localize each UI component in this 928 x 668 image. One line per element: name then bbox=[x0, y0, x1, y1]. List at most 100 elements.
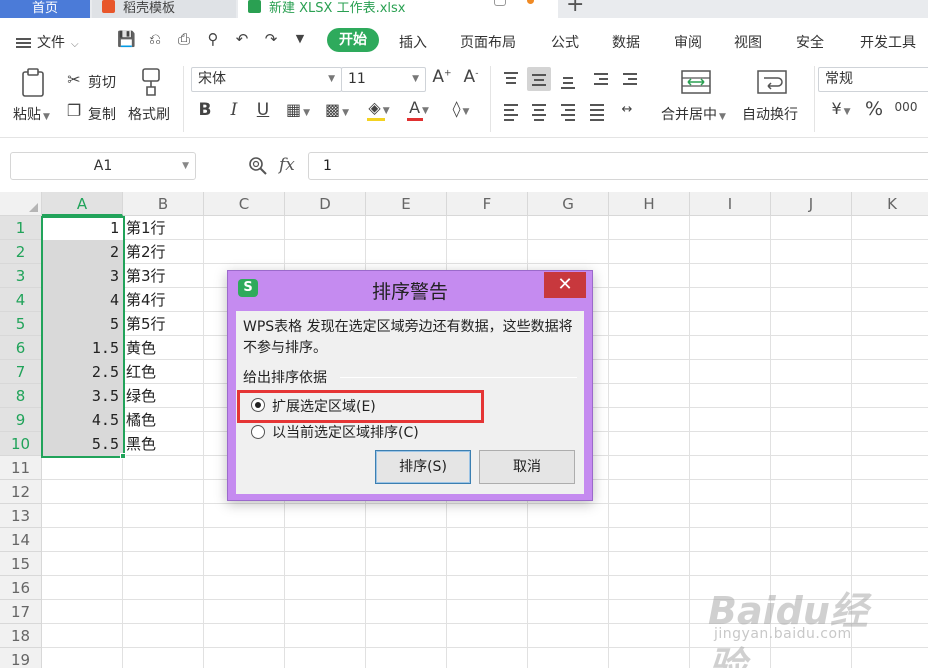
row-header[interactable]: 18 bbox=[0, 624, 42, 648]
cell-a[interactable]: 2.5 bbox=[42, 360, 123, 384]
current-selection-radio[interactable] bbox=[251, 425, 265, 439]
column-header[interactable]: J bbox=[771, 192, 852, 216]
underline-icon[interactable]: U bbox=[254, 100, 272, 120]
row-header[interactable]: 1 bbox=[0, 216, 42, 240]
decrease-indent-icon[interactable] bbox=[589, 67, 613, 91]
cell-a[interactable]: 5 bbox=[42, 312, 123, 336]
row-header[interactable]: 16 bbox=[0, 576, 42, 600]
percent-icon[interactable]: % bbox=[864, 98, 884, 120]
column-header[interactable]: H bbox=[609, 192, 690, 216]
font-name-select[interactable]: 宋体 ▼ bbox=[191, 67, 342, 92]
align-left-icon[interactable] bbox=[499, 99, 523, 123]
clear-icon[interactable]: ◊ ▼ bbox=[446, 99, 476, 118]
row-header[interactable]: 3 bbox=[0, 264, 42, 288]
tab-current-file[interactable]: 新建 XLSX 工作表.xlsx bbox=[238, 0, 558, 18]
justify-icon[interactable] bbox=[585, 99, 609, 123]
new-tab-button[interactable]: + bbox=[566, 0, 584, 17]
tab-start[interactable]: 开始 bbox=[327, 28, 379, 52]
column-header[interactable]: B bbox=[123, 192, 204, 216]
cell-a[interactable]: 1.5 bbox=[42, 336, 123, 360]
cell-b[interactable]: 黄色 bbox=[126, 336, 156, 360]
row-header[interactable]: 15 bbox=[0, 552, 42, 576]
row-header[interactable]: 12 bbox=[0, 480, 42, 504]
column-header[interactable]: G bbox=[528, 192, 609, 216]
cell-b[interactable]: 黑色 bbox=[126, 432, 156, 456]
borders-icon[interactable]: ▦ ▼ bbox=[284, 100, 312, 119]
fill-handle[interactable] bbox=[120, 453, 126, 459]
increase-font-icon[interactable]: A+ bbox=[432, 67, 452, 87]
cell-b[interactable]: 绿色 bbox=[126, 384, 156, 408]
cancel-button[interactable]: 取消 bbox=[479, 450, 575, 484]
current-selection-label[interactable]: 以当前选定区域排序(C) bbox=[272, 422, 419, 442]
row-header[interactable]: 17 bbox=[0, 600, 42, 624]
format-painter-button[interactable]: 格式刷 bbox=[128, 104, 170, 124]
cell-a[interactable]: 3 bbox=[42, 264, 123, 288]
sort-button[interactable]: 排序(S) bbox=[375, 450, 471, 484]
row-header[interactable]: 6 bbox=[0, 336, 42, 360]
cell-b[interactable]: 红色 bbox=[126, 360, 156, 384]
dialog-titlebar[interactable]: S 排序警告 ✕ bbox=[228, 271, 592, 304]
cell-a[interactable]: 4.5 bbox=[42, 408, 123, 432]
column-header[interactable]: D bbox=[285, 192, 366, 216]
font-color-icon[interactable]: A ▼ bbox=[405, 98, 433, 121]
wrap-text-icon[interactable] bbox=[756, 68, 788, 96]
align-bottom-icon[interactable] bbox=[556, 67, 580, 91]
row-header[interactable]: 19 bbox=[0, 648, 42, 668]
fill-style-icon[interactable]: ▩ ▼ bbox=[323, 100, 351, 119]
tab-view[interactable]: 视图 bbox=[734, 32, 762, 52]
tab-security[interactable]: 安全 bbox=[796, 32, 824, 52]
align-middle-icon[interactable] bbox=[527, 67, 551, 91]
column-header[interactable]: F bbox=[447, 192, 528, 216]
cell-b[interactable]: 第4行 bbox=[126, 288, 166, 312]
tab-review[interactable]: 审阅 bbox=[674, 32, 702, 52]
row-header[interactable]: 7 bbox=[0, 360, 42, 384]
number-format-select[interactable]: 常规 bbox=[818, 67, 928, 92]
distribute-icon[interactable]: ↔ bbox=[614, 102, 640, 117]
align-right-icon[interactable] bbox=[556, 99, 580, 123]
save-icon[interactable]: 💾 bbox=[117, 30, 136, 48]
merge-center-button[interactable]: 合并居中 ▼ bbox=[661, 104, 726, 124]
bold-icon[interactable]: B bbox=[196, 100, 214, 120]
cut-button[interactable]: 剪切 bbox=[88, 72, 116, 92]
tab-formulas[interactable]: 公式 bbox=[551, 32, 579, 52]
column-header[interactable]: C bbox=[204, 192, 285, 216]
export-pdf-icon[interactable]: ⎌ bbox=[146, 30, 164, 48]
increase-indent-icon[interactable] bbox=[618, 67, 642, 91]
undo-icon[interactable]: ↶ bbox=[233, 30, 251, 48]
cell-b[interactable]: 第3行 bbox=[126, 264, 166, 288]
tab-insert[interactable]: 插入 bbox=[399, 32, 427, 52]
tab-home[interactable]: 首页 bbox=[0, 0, 90, 18]
close-icon[interactable]: ✕ bbox=[544, 272, 586, 298]
redo-icon[interactable]: ↷ bbox=[262, 30, 280, 48]
font-size-select[interactable]: 11 ▼ bbox=[341, 67, 426, 92]
wrap-text-button[interactable]: 自动换行 bbox=[742, 104, 798, 124]
row-header[interactable]: 9 bbox=[0, 408, 42, 432]
align-center-icon[interactable] bbox=[527, 99, 551, 123]
paste-icon[interactable] bbox=[18, 66, 48, 98]
decrease-font-icon[interactable]: A- bbox=[461, 67, 481, 87]
format-painter-icon[interactable] bbox=[136, 66, 166, 98]
print-icon[interactable]: ⎙ bbox=[175, 30, 193, 48]
row-header[interactable]: 13 bbox=[0, 504, 42, 528]
cell-a[interactable]: 4 bbox=[42, 288, 123, 312]
cell-a[interactable]: 5.5 bbox=[42, 432, 123, 456]
currency-icon[interactable]: ¥ ▼ bbox=[824, 99, 858, 118]
fill-color-icon[interactable]: ◈ ▼ bbox=[365, 98, 393, 121]
row-header[interactable]: 11 bbox=[0, 456, 42, 480]
fx-icon[interactable]: fx bbox=[279, 155, 295, 175]
column-header[interactable]: E bbox=[366, 192, 447, 216]
row-header[interactable]: 2 bbox=[0, 240, 42, 264]
customize-toolbar-icon[interactable]: ▼ bbox=[291, 30, 309, 48]
pin-icon[interactable] bbox=[494, 0, 506, 6]
tab-data[interactable]: 数据 bbox=[612, 32, 640, 52]
tab-template[interactable]: 稻壳模板 bbox=[92, 0, 236, 18]
print-preview-icon[interactable]: ⚲ bbox=[204, 30, 222, 48]
formula-input[interactable]: 1 bbox=[308, 152, 928, 180]
column-header[interactable]: A bbox=[42, 192, 123, 216]
thousands-icon[interactable]: 000 bbox=[893, 100, 919, 114]
cell-a[interactable]: 2 bbox=[42, 240, 123, 264]
cell-b[interactable]: 第1行 bbox=[126, 216, 166, 240]
row-header[interactable]: 4 bbox=[0, 288, 42, 312]
italic-icon[interactable]: I bbox=[225, 100, 243, 120]
cell-b[interactable]: 第2行 bbox=[126, 240, 166, 264]
